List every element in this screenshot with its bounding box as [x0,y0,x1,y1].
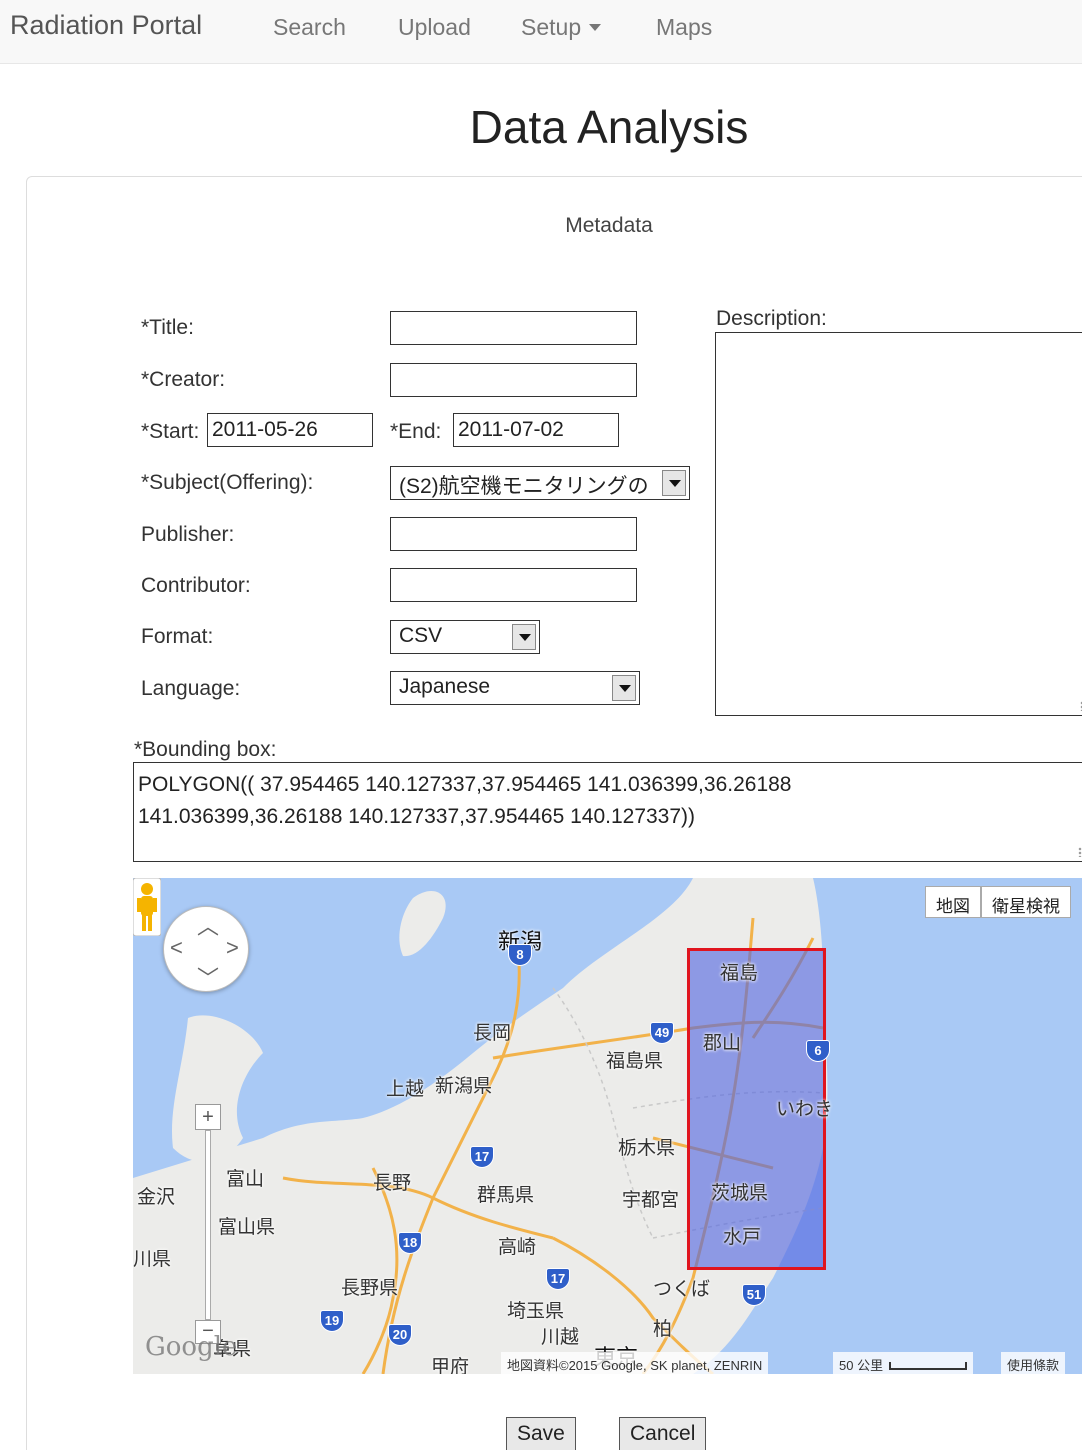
subject-select-value: (S2)航空機モニタリングの [399,475,649,498]
format-select-value: CSV [399,624,443,647]
description-textarea[interactable] [715,332,1082,716]
zoom-in-button[interactable]: + [195,1104,221,1130]
bbox-line-2: 141.036399,36.26188 140.127337,37.954465… [138,805,696,828]
scale-bar-icon [889,1362,968,1370]
bbox-line-1: POLYGON(( 37.954465 140.127337,37.954465… [138,773,792,796]
pegman-icon[interactable] [133,878,161,936]
bbox-label: *Bounding box: [134,738,277,761]
map-label: 新潟県 [435,1076,493,1097]
format-select[interactable]: CSV [390,620,540,654]
map-scale-label: 50 公里 [839,1358,884,1373]
map-label: つくば [653,1279,711,1300]
contributor-label: Contributor: [141,574,251,597]
nav-search[interactable]: Search [273,14,346,41]
title-input[interactable] [390,311,637,345]
end-date-input[interactable] [453,413,619,447]
map-label: 茨城県 [711,1183,769,1204]
language-label: Language: [141,677,241,700]
dropdown-arrow-icon[interactable] [662,470,686,496]
map-label: 群馬県 [477,1185,535,1206]
map-label: 宇都宮 [622,1190,680,1211]
creator-label: *Creator: [141,368,226,391]
publisher-label: Publisher: [141,523,235,546]
zoom-slider[interactable] [205,1130,211,1320]
pan-right-icon[interactable]: > [226,935,239,961]
map-label: 高崎 [498,1237,537,1258]
map-label: 上越 [386,1079,425,1100]
map-label: いわき [776,1099,834,1120]
map-label: 福島 [720,963,759,984]
map-label: 郡山 [703,1033,742,1054]
nav-upload[interactable]: Upload [398,14,471,41]
map-terms-link[interactable]: 使用條款 [1001,1352,1066,1374]
map-label: 川県 [133,1249,172,1270]
map-label: 長野 [373,1173,412,1194]
map-label: 富山県 [218,1217,276,1238]
map-label: 柏 [653,1319,673,1340]
page-title: Data Analysis [469,101,749,153]
dropdown-arrow-icon[interactable] [512,624,536,650]
language-select[interactable]: Japanese [390,671,640,705]
brand[interactable]: Radiation Portal [10,10,202,41]
map-label: 富山 [226,1169,265,1190]
resize-grip-icon[interactable] [1078,847,1082,857]
pan-up-icon[interactable]: ︿ [197,909,219,941]
map-label: 福島県 [606,1051,664,1072]
description-label: Description: [716,307,827,330]
map-label: 水戸 [723,1227,762,1248]
pan-left-icon[interactable]: < [170,935,183,961]
caret-down-icon [589,24,602,31]
title-label: *Title: [141,316,194,339]
navbar: Radiation Portal Search Upload Setup Map… [0,0,1082,64]
map-label: 栃木県 [618,1138,676,1159]
map-attribution: 地図資料©2015 Google, SK planet, ZENRIN [501,1352,769,1374]
map-label: 金沢 [137,1187,176,1208]
language-select-value: Japanese [399,675,491,698]
map-label: 川越 [541,1327,580,1348]
end-label: *End: [390,420,442,443]
nav-maps[interactable]: Maps [656,14,712,41]
google-logo: Google [145,1332,238,1362]
map-scale: 50 公里 [833,1352,974,1374]
bbox-textarea[interactable]: POLYGON(( 37.954465 140.127337,37.954465… [133,762,1082,862]
map-type-map-button[interactable]: 地図 [925,886,981,918]
map-label: 甲府 [431,1357,470,1374]
nav-setup-label: Setup [521,14,582,40]
nav-setup[interactable]: Setup [521,14,602,41]
pan-down-icon[interactable]: ﹀ [197,961,219,993]
pan-control[interactable]: ︿ < > ﹀ [163,906,249,992]
dropdown-arrow-icon[interactable] [612,675,636,701]
map-label: 長岡 [473,1023,512,1044]
creator-input[interactable] [390,363,637,397]
subject-select[interactable]: (S2)航空機モニタリングの [390,466,690,500]
map-type-satellite-button[interactable]: 衛星検視 [981,886,1071,918]
save-button[interactable]: Save [506,1417,576,1450]
start-date-input[interactable] [207,413,373,447]
map-canvas [133,878,1082,1374]
map-view[interactable]: 地図 衛星検視 新潟 長岡 福島県 福島 郡山 いわき 上越 新潟県 栃木県 富… [133,878,1082,1374]
publisher-input[interactable] [390,517,637,551]
start-label: *Start: [141,420,200,443]
map-label: 埼玉県 [507,1301,565,1322]
format-label: Format: [141,625,214,648]
subject-label: *Subject(Offering): [141,471,314,494]
cancel-button[interactable]: Cancel [619,1417,707,1450]
map-label: 長野県 [341,1278,399,1299]
section-title: Metadata [565,214,653,237]
contributor-input[interactable] [390,568,637,602]
